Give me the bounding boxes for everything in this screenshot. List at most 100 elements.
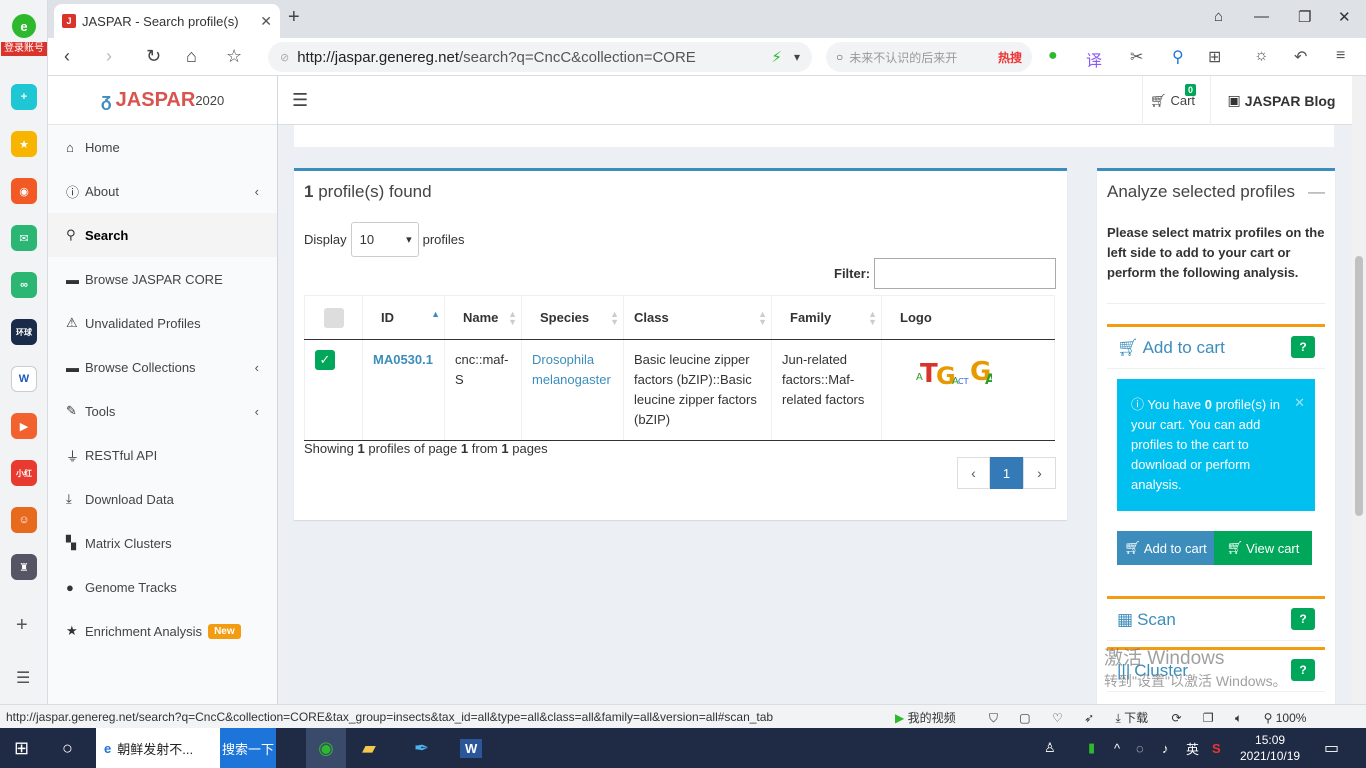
ime-indicator[interactable]: 英 (1186, 728, 1199, 768)
add-to-cart-button[interactable]: 🛒︎ Add to cart (1117, 531, 1214, 565)
column-header-class[interactable]: Class ▲ ▼ (623, 295, 772, 340)
chevron-up-icon[interactable]: ^ (1114, 728, 1120, 768)
sidebar-item-about[interactable]: ⓘ About ‹ (48, 169, 277, 213)
reload-icon[interactable]: ↻ (146, 46, 161, 67)
folder-taskbar-icon[interactable]: ▰ (362, 728, 376, 768)
help-icon[interactable]: ? (1291, 336, 1315, 358)
browser-taskbar-icon[interactable]: ◉ (306, 728, 346, 768)
volume-icon[interactable]: 🔈︎ (1235, 711, 1242, 725)
help-icon[interactable]: ? (1291, 659, 1315, 681)
translate-icon[interactable]: 译 (1086, 47, 1102, 71)
help-icon[interactable]: ? (1291, 608, 1315, 630)
image-icon[interactable]: ▢ (1019, 711, 1030, 725)
display-length-select[interactable]: 10 ▾ (350, 222, 419, 257)
scissors-icon[interactable]: ✂ (1130, 47, 1143, 67)
game2-app-icon[interactable]: ♜ (11, 554, 37, 580)
undo-icon[interactable]: ↶ (1294, 47, 1307, 67)
bookmark-star-icon[interactable]: ☆ (226, 46, 242, 67)
login-badge[interactable]: 登录账号 (1, 42, 47, 56)
logo-cell[interactable]: A T G A CT G A (881, 339, 1055, 441)
find-icon[interactable]: ⚲ (1172, 47, 1184, 67)
news-app-icon[interactable]: 环球 (11, 319, 37, 345)
species-link[interactable]: Drosophila melanogaster (532, 352, 611, 387)
url-field[interactable]: ⊘ http://jaspar.genereg.net/search?q=Cnc… (268, 42, 812, 72)
shield-icon[interactable]: ⛉ (989, 711, 998, 725)
doc-app-icon[interactable]: W (11, 366, 37, 392)
jaspar-logo[interactable]: ᵹ JASPAR 2020 (48, 76, 277, 125)
close-icon[interactable]: ✕ (1294, 393, 1305, 413)
cart-link[interactable]: 🛒︎ Cart 0 (1142, 76, 1202, 125)
hamburger-icon[interactable]: ☰ (292, 90, 308, 111)
sidebar-item-genome-tracks[interactable]: ● Genome Tracks (48, 565, 277, 609)
person-tray-icon[interactable]: ♙ (1044, 728, 1056, 768)
sidebar-item-tools[interactable]: ✎ Tools ‹ (48, 389, 277, 433)
cortana-icon[interactable]: ○ (62, 728, 73, 768)
volume-tray-icon[interactable]: ♪ (1162, 728, 1169, 768)
download-link[interactable]: 下载 (1124, 711, 1148, 725)
filter-input[interactable] (874, 258, 1057, 289)
battery-tray-icon[interactable]: ▮ (1088, 728, 1095, 768)
heart-icon[interactable]: ♡ (1052, 711, 1063, 725)
rocket-icon[interactable]: ➶ (1084, 711, 1094, 725)
column-header-id[interactable]: ID ▲ (362, 295, 445, 340)
row-select-cell[interactable]: ✓ (304, 339, 363, 441)
select-all-header[interactable] (304, 295, 363, 340)
collapse-icon[interactable]: — (1308, 182, 1325, 202)
maximize-icon[interactable]: ❐ (1298, 8, 1311, 26)
browser-logo-icon[interactable]: e (12, 14, 36, 38)
video-icon[interactable]: ▶ (895, 711, 904, 725)
word-taskbar-icon[interactable]: W (460, 728, 483, 768)
sidebar-item-matrix-clusters[interactable]: ▚ Matrix Clusters (48, 521, 277, 565)
window-close-icon[interactable]: ✕ (1338, 8, 1351, 26)
lightning-icon[interactable]: ⚡ (771, 48, 782, 66)
mail-icon[interactable]: ✉ (11, 225, 37, 251)
view-cart-button[interactable]: 🛒︎ View cart (1214, 531, 1312, 565)
sidebar-item-enrichment[interactable]: ★ Enrichment Analysis New (48, 609, 277, 653)
select-all-checkbox[interactable] (324, 307, 344, 328)
forward-icon[interactable]: › (106, 46, 112, 67)
sidebar-item-browse-collections[interactable]: ▬ Browse Collections ‹ (48, 345, 277, 389)
red-app-icon[interactable]: 小红 (11, 460, 37, 486)
brightness-icon[interactable]: ☼ (1254, 47, 1269, 65)
apps-grid-icon[interactable]: ⊞ (1208, 47, 1221, 67)
sidebar-item-unvalidated[interactable]: ⚠ Unvalidated Profiles (48, 301, 277, 345)
hot-search-badge[interactable]: 热搜 (998, 49, 1022, 66)
sogou-ime-icon[interactable]: S (1212, 728, 1221, 768)
sidebar-item-restful-api[interactable]: ⏚ RESTful API (48, 433, 277, 477)
sidebar-item-download[interactable]: ⤓ Download Data (48, 477, 277, 521)
tab-jaspar[interactable]: J JASPAR - Search profile(s) ✕ (54, 4, 280, 38)
chat-icon[interactable]: ● (1048, 47, 1058, 65)
scrollbar-thumb[interactable] (1355, 256, 1363, 516)
download-icon[interactable]: ⤓ (1116, 711, 1121, 725)
window-icon[interactable]: ❐ (1203, 711, 1214, 725)
tab-close-icon[interactable]: ✕ (260, 13, 272, 30)
search-taskbar-button[interactable]: 搜索一下 (220, 728, 276, 768)
column-header-name[interactable]: Name ▲ ▼ (444, 295, 522, 340)
plus-app-icon[interactable]: + (11, 84, 37, 110)
id-cell[interactable]: MA0530.1 (362, 339, 445, 441)
shirt-skin-icon[interactable]: ⌂ (1214, 8, 1223, 25)
link-app-icon[interactable]: ∞ (11, 272, 37, 298)
species-cell[interactable]: Drosophila melanogaster (521, 339, 624, 441)
scan-header[interactable]: ▦ Scan ? (1107, 599, 1325, 641)
page-button-current[interactable]: 1 (990, 457, 1023, 489)
zoom-level[interactable]: 100% (1276, 711, 1307, 725)
my-video-link[interactable]: 我的视频 (908, 711, 956, 725)
menu-icon[interactable]: ≡ (1336, 47, 1345, 65)
sidebar-item-search[interactable]: ⚲ Search (48, 213, 277, 257)
site-info-icon[interactable]: ⊘ (280, 51, 289, 64)
windows-start-icon[interactable]: ⊞ (14, 728, 29, 768)
table-row[interactable]: ✓ MA0530.1 cnc::maf-S Drosophila melanog… (304, 339, 1055, 441)
ie-taskbar-item[interactable]: e 朝鲜发射不... (96, 728, 220, 768)
minimize-icon[interactable]: — (1254, 8, 1269, 25)
sidebar-item-browse-core[interactable]: ▬ Browse JASPAR CORE (48, 257, 277, 301)
chevron-down-icon[interactable]: ▾ (794, 50, 800, 64)
blog-link[interactable]: ▣ JASPAR Blog (1210, 76, 1352, 125)
browser-search-field[interactable]: ○ 未来不认识的后来开 热搜 (826, 42, 1032, 72)
refresh-icon[interactable]: ⟳ (1172, 711, 1182, 725)
back-icon[interactable]: ‹ (64, 46, 70, 67)
sidebar-item-home[interactable]: ⌂ Home (48, 125, 277, 169)
profile-id-link[interactable]: MA0530.1 (373, 352, 433, 367)
next-page-icon[interactable]: › (1023, 457, 1056, 489)
star-app-icon[interactable]: ★ (11, 131, 37, 157)
